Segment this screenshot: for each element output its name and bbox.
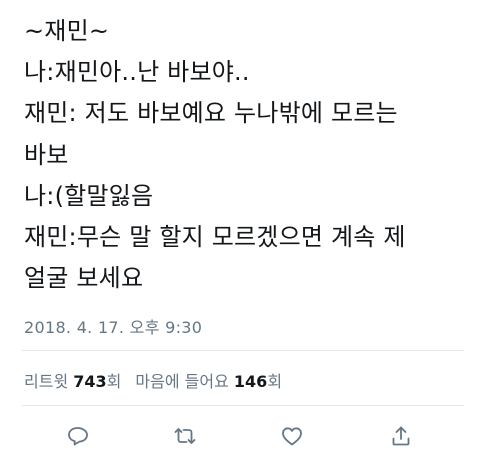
tweet-line: 재민:무슨 말 할지 모르겠으면 계속 제 (24, 222, 406, 251)
action-bar (0, 418, 480, 454)
tweet-detail: ~재민~ 나:재민아..난 바보야.. 재민: 저도 바보예요 누나밖에 모르는… (0, 0, 480, 458)
like-label: 마음에 들어요 (135, 372, 229, 391)
tweet-line: 바보 (24, 140, 69, 169)
like-stat[interactable]: 마음에 들어요 146회 (135, 372, 282, 391)
reply-button[interactable] (60, 418, 96, 454)
tweet-stats: 리트윗 743회 마음에 들어요 146회 (24, 368, 282, 392)
divider (22, 350, 464, 351)
retweet-unit: 회 (106, 372, 122, 391)
like-unit: 회 (267, 372, 283, 391)
retweet-stat[interactable]: 리트윗 743회 (24, 372, 121, 391)
like-icon (282, 427, 302, 446)
tweet-line: 재민: 저도 바보예요 누나밖에 모르는 (24, 99, 398, 128)
share-button[interactable] (383, 418, 419, 454)
tweet-line: 나:재민아..난 바보야.. (24, 58, 250, 87)
share-icon (392, 426, 410, 446)
tweet-text: ~재민~ 나:재민아..난 바보야.. 재민: 저도 바보예요 누나밖에 모르는… (24, 14, 464, 302)
retweet-label: 리트윗 (24, 372, 69, 391)
tweet-timestamp[interactable]: 2018. 4. 17. 오후 9:30 (24, 314, 202, 338)
like-button[interactable] (274, 418, 310, 454)
retweet-count: 743 (73, 372, 107, 391)
like-count: 146 (233, 372, 268, 391)
retweet-button[interactable] (167, 418, 203, 454)
divider (22, 405, 464, 406)
reply-icon (68, 427, 88, 446)
tweet-line: 얼굴 보세요 (24, 264, 144, 293)
tweet-line: ~재민~ (24, 17, 110, 45)
tweet-line: 나:(할말잃음 (24, 181, 154, 210)
retweet-icon (174, 428, 196, 444)
